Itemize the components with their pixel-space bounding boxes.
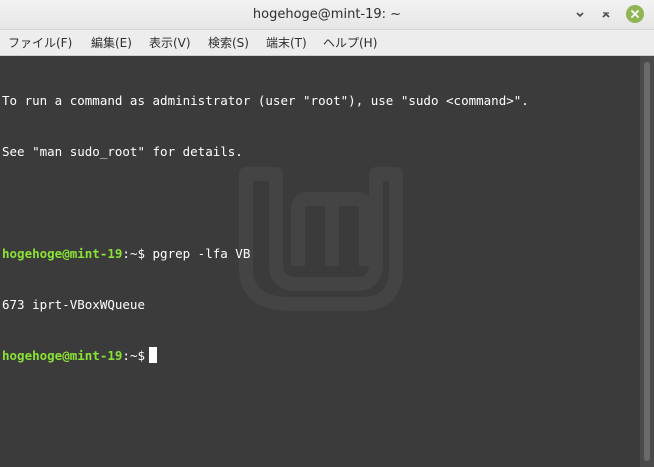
minimize-icon[interactable] bbox=[570, 5, 590, 25]
text-cursor bbox=[149, 347, 157, 363]
menu-edit[interactable]: 編集(E) bbox=[91, 30, 132, 56]
prompt-user: hogehoge@mint-19 bbox=[2, 348, 123, 363]
info-line: See "man sudo_root" for details. bbox=[2, 144, 243, 159]
scrollbar-thumb[interactable] bbox=[644, 62, 650, 461]
prompt-user: hogehoge@mint-19 bbox=[2, 246, 123, 261]
current-prompt-line[interactable]: hogehoge@mint-19:~$ bbox=[2, 347, 529, 364]
command-text: pgrep -lfa VB bbox=[145, 246, 251, 261]
terminal-window: hogehoge@mint-19: ~ ファイル(F) 編集(E) 表示(V) … bbox=[0, 0, 654, 467]
menu-view[interactable]: 表示(V) bbox=[149, 30, 191, 56]
output-line: 673 iprt-VBoxWQueue bbox=[2, 297, 145, 312]
prompt-path: :~$ bbox=[122, 246, 145, 261]
window-title: hogehoge@mint-19: ~ bbox=[252, 7, 402, 22]
menu-terminal[interactable]: 端末(T) bbox=[266, 30, 307, 56]
vertical-scrollbar[interactable] bbox=[640, 56, 654, 467]
menu-file[interactable]: ファイル(F) bbox=[8, 30, 72, 56]
menu-search[interactable]: 検索(S) bbox=[208, 30, 249, 56]
title-bar[interactable]: hogehoge@mint-19: ~ bbox=[0, 0, 654, 30]
terminal-area[interactable]: To run a command as administrator (user … bbox=[0, 56, 640, 467]
close-icon[interactable] bbox=[626, 5, 644, 23]
command-line: hogehoge@mint-19:~$ pgrep -lfa VB bbox=[2, 245, 529, 262]
prompt-path: :~$ bbox=[122, 348, 145, 363]
info-line: To run a command as administrator (user … bbox=[2, 93, 529, 108]
menu-help[interactable]: ヘルプ(H) bbox=[323, 30, 377, 56]
maximize-icon[interactable] bbox=[596, 5, 616, 25]
menu-bar: ファイル(F) 編集(E) 表示(V) 検索(S) 端末(T) ヘルプ(H) bbox=[0, 30, 654, 56]
terminal-output: To run a command as administrator (user … bbox=[2, 58, 529, 398]
